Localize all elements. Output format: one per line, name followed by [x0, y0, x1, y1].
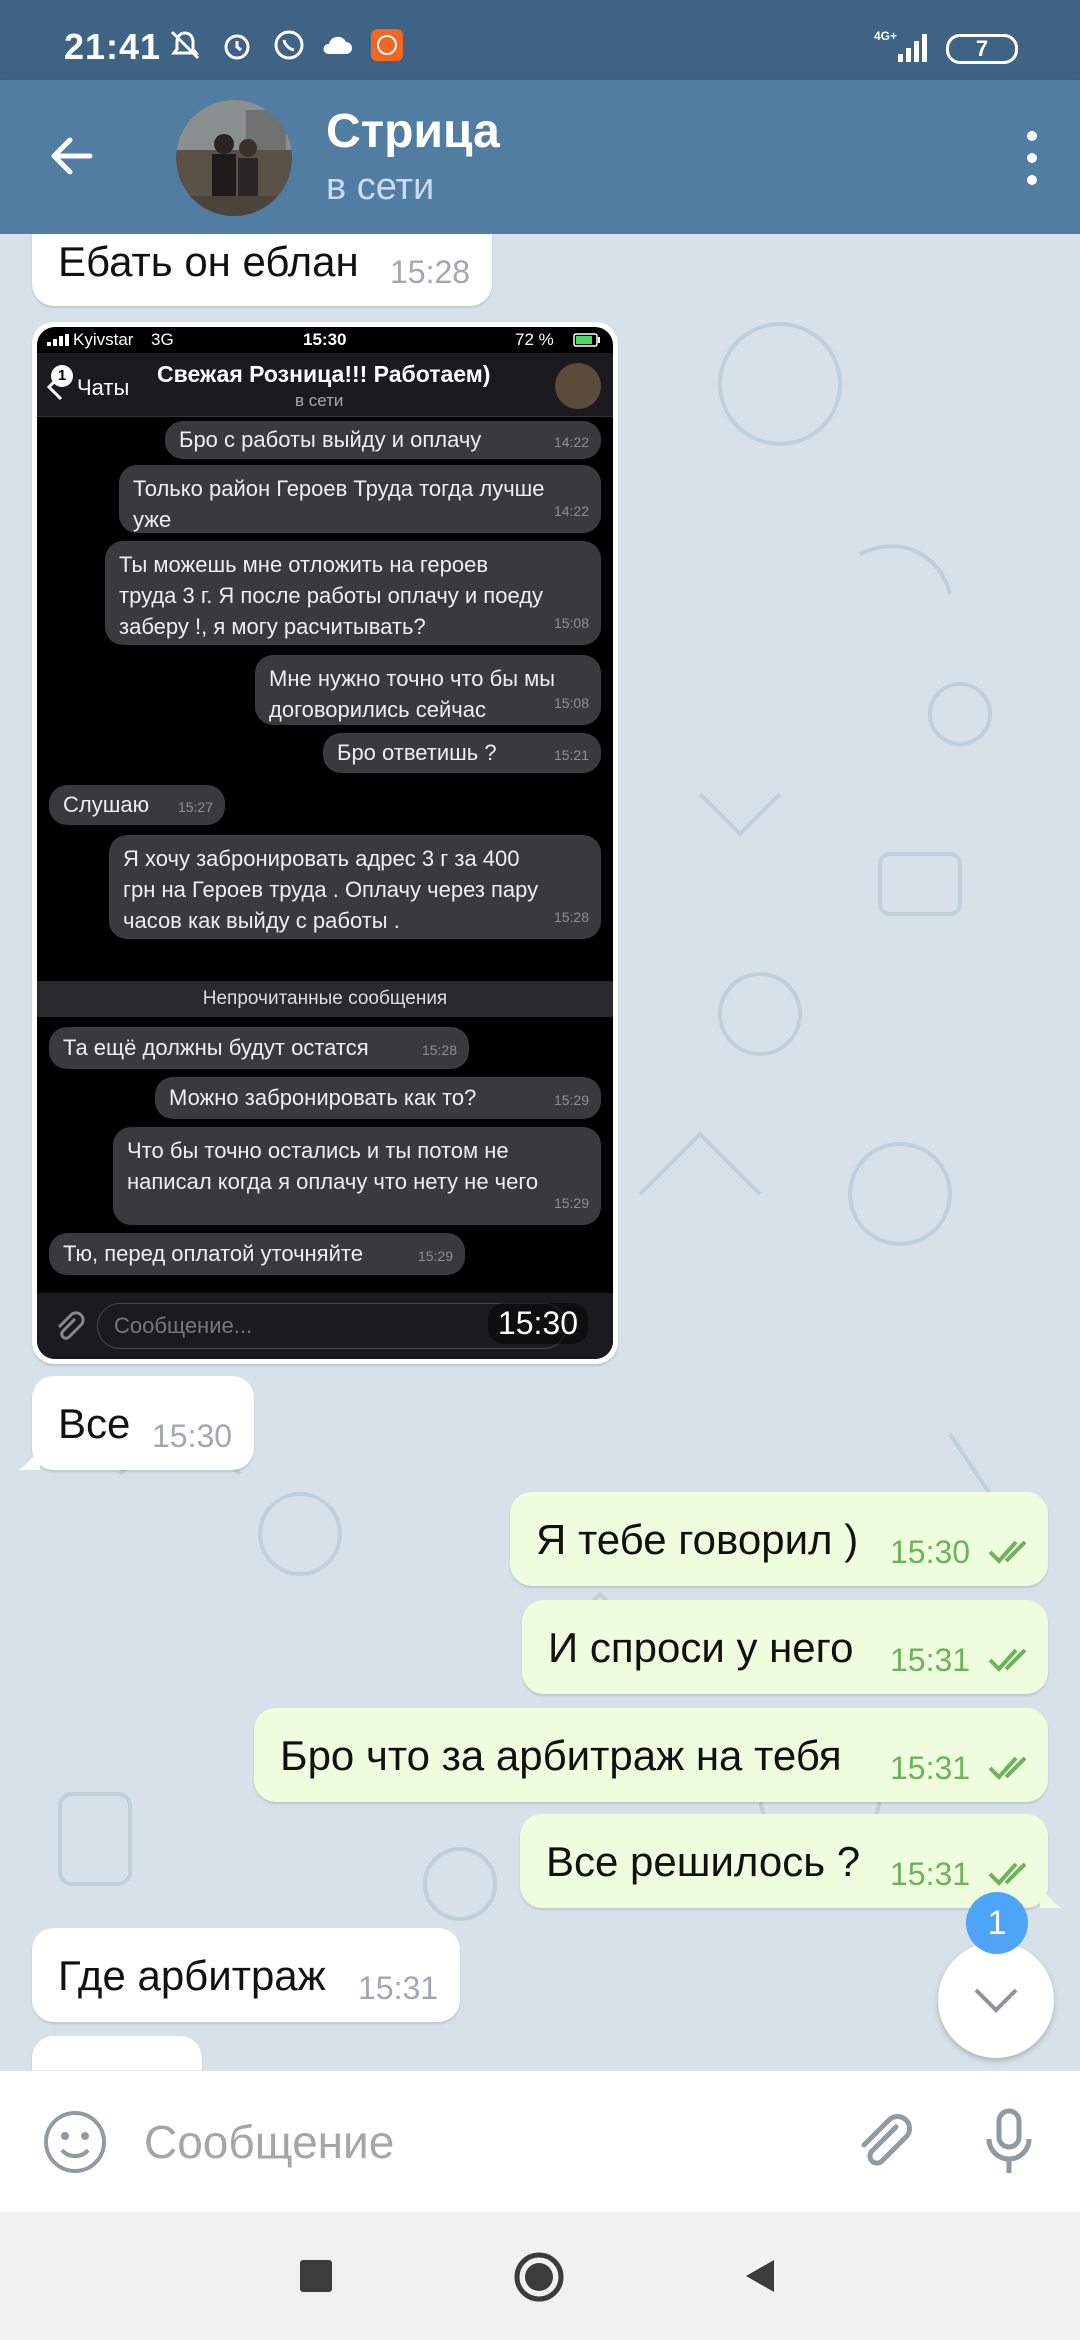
- chevron-down-icon: [974, 1988, 1018, 2013]
- message-incoming[interactable]: Ебать он еблан 15:28: [32, 234, 492, 306]
- nav-square-icon[interactable]: [296, 2256, 336, 2296]
- embedded-signal-icon: [47, 334, 69, 346]
- message-time: 15:31: [890, 1856, 971, 1892]
- message-time: 15:30: [890, 1534, 971, 1570]
- message-time: 15:28: [390, 254, 471, 290]
- more-vert-icon[interactable]: [1004, 116, 1060, 200]
- message-text: Ебать он еблан: [58, 238, 359, 285]
- double-check-icon: [988, 1540, 1027, 1564]
- embedded-screenshot: Kyivstar 3G 15:30 72 % 1 Чаты Свежая Роз…: [37, 327, 613, 1359]
- embedded-battery-icon: [573, 333, 600, 347]
- embedded-battery: 72 %: [515, 330, 554, 349]
- alarm-icon: [224, 34, 250, 60]
- smile-icon[interactable]: [40, 2107, 110, 2177]
- embedded-bubble: Что бы точно остались и ты потом не напис…: [113, 1127, 601, 1225]
- message-text: Бро что за арбитраж на тебя: [280, 1732, 842, 1779]
- mute-icon: [170, 30, 200, 60]
- embedded-bubble: Я хочу забронировать адрес 3 г за 400 грн…: [109, 835, 601, 939]
- message-incoming[interactable]: Все 15:30: [18, 1376, 254, 1470]
- mi-app-icon: [371, 29, 403, 61]
- message-text: Все: [58, 1400, 131, 1447]
- status-time: 21:41: [64, 26, 162, 67]
- embedded-bubble: Только район Героев Труда тогда лучше уже…: [119, 465, 601, 533]
- message-incoming[interactable]: [32, 2036, 202, 2070]
- embedded-bubble: Бро ответишь ? 15:21: [323, 733, 601, 773]
- avatar-photo: [176, 100, 292, 216]
- embedded-back-badge: 1: [51, 365, 73, 387]
- chat-area[interactable]: Ебать он еблан 15:28 Kyivstar 3G 15:30 7…: [0, 234, 1080, 2070]
- message-text: Все решилось ?: [546, 1838, 861, 1885]
- embedded-title: Свежая Розница!!! Работаем): [157, 361, 491, 387]
- message-text: Я тебе говорил ): [536, 1516, 859, 1563]
- bubble-tail: [1040, 1886, 1062, 1908]
- embedded-bubble: Ты можешь мне отложить на героев труда 3 …: [105, 541, 601, 645]
- nav-circle-icon[interactable]: [512, 2250, 566, 2304]
- embedded-net: 3G: [151, 330, 174, 349]
- scroll-down-button[interactable]: [938, 1942, 1054, 2058]
- message-outgoing[interactable]: Все решилось ? 15:31: [520, 1814, 1062, 1908]
- back-arrow-icon[interactable]: [40, 124, 104, 188]
- double-check-icon: [988, 1756, 1027, 1780]
- bubble-tail: [18, 1448, 40, 1470]
- svg-text:4G+: 4G+: [874, 29, 897, 43]
- embedded-bubble: Тю, перед оплатой уточняйте 15:29: [49, 1233, 465, 1275]
- message-outgoing[interactable]: Я тебе говорил ) 15:30: [510, 1492, 1048, 1586]
- embedded-time: 15:30: [303, 330, 347, 349]
- embedded-bubble: Та ещё должны будут остатся 15:28: [49, 1027, 469, 1069]
- battery-level: 7: [975, 36, 989, 61]
- embedded-carrier: Kyivstar: [73, 330, 134, 349]
- message-time: 15:30: [152, 1418, 233, 1454]
- status-bar: 21:41 4G+ 7: [0, 0, 1080, 80]
- embedded-avatar: [555, 363, 601, 409]
- contact-name[interactable]: Стрица: [326, 104, 500, 159]
- embedded-header: 1 Чаты Свежая Розница!!! Работаем) в сет…: [37, 353, 613, 417]
- message-time: 15:31: [358, 1970, 439, 2006]
- nav-triangle-icon[interactable]: [740, 2256, 780, 2296]
- battery-indicator: 7: [946, 34, 1018, 64]
- embedded-bubble: Слушаю 15:27: [49, 785, 225, 825]
- embedded-attach-icon: [57, 1311, 85, 1340]
- attach-icon[interactable]: [848, 2107, 918, 2177]
- embedded-bubble: Мне нужно точно что бы мы договорились се…: [255, 655, 601, 725]
- photo-time: 15:30: [487, 1303, 588, 1344]
- unread-count-badge: 1: [966, 1892, 1028, 1954]
- avatar[interactable]: [176, 100, 292, 216]
- message-outgoing[interactable]: И спроси у него 15:31: [522, 1600, 1048, 1694]
- chat-header: Стрица в сети: [0, 80, 1080, 234]
- embedded-unread-divider: Непрочитанные сообщения: [37, 981, 613, 1017]
- contact-status: в сети: [326, 166, 435, 208]
- embedded-status: в сети: [295, 391, 344, 410]
- message-outgoing[interactable]: Бро что за арбитраж на тебя 15:31: [254, 1708, 1048, 1802]
- message-incoming[interactable]: Где арбитраж 15:31: [32, 1928, 460, 2022]
- message-time: 15:31: [890, 1642, 971, 1678]
- mic-icon[interactable]: [974, 2105, 1044, 2179]
- message-photo[interactable]: Kyivstar 3G 15:30 72 % 1 Чаты Свежая Роз…: [32, 322, 618, 1364]
- whatsapp-icon: [274, 30, 304, 60]
- message-text: И спроси у него: [548, 1624, 854, 1671]
- embedded-bubble: Бро с работы выйду и оплачу 14:22: [165, 421, 601, 459]
- double-check-icon: [988, 1648, 1027, 1672]
- signal-icon: 4G+: [874, 29, 927, 62]
- embedded-back-label: Чаты: [77, 375, 130, 400]
- system-nav-bar: [0, 2212, 1080, 2340]
- message-time: 15:31: [890, 1750, 971, 1786]
- double-check-icon: [988, 1862, 1027, 1886]
- message-input[interactable]: Сообщение: [144, 2115, 394, 2169]
- embedded-bubble: Можно забронировать как то? 15:29: [155, 1077, 601, 1119]
- cloud-icon: [323, 36, 352, 54]
- message-text: Где арбитраж: [58, 1952, 326, 1999]
- message-composer: Сообщение: [0, 2070, 1080, 2212]
- embedded-status-bar: Kyivstar 3G 15:30 72 %: [37, 327, 613, 353]
